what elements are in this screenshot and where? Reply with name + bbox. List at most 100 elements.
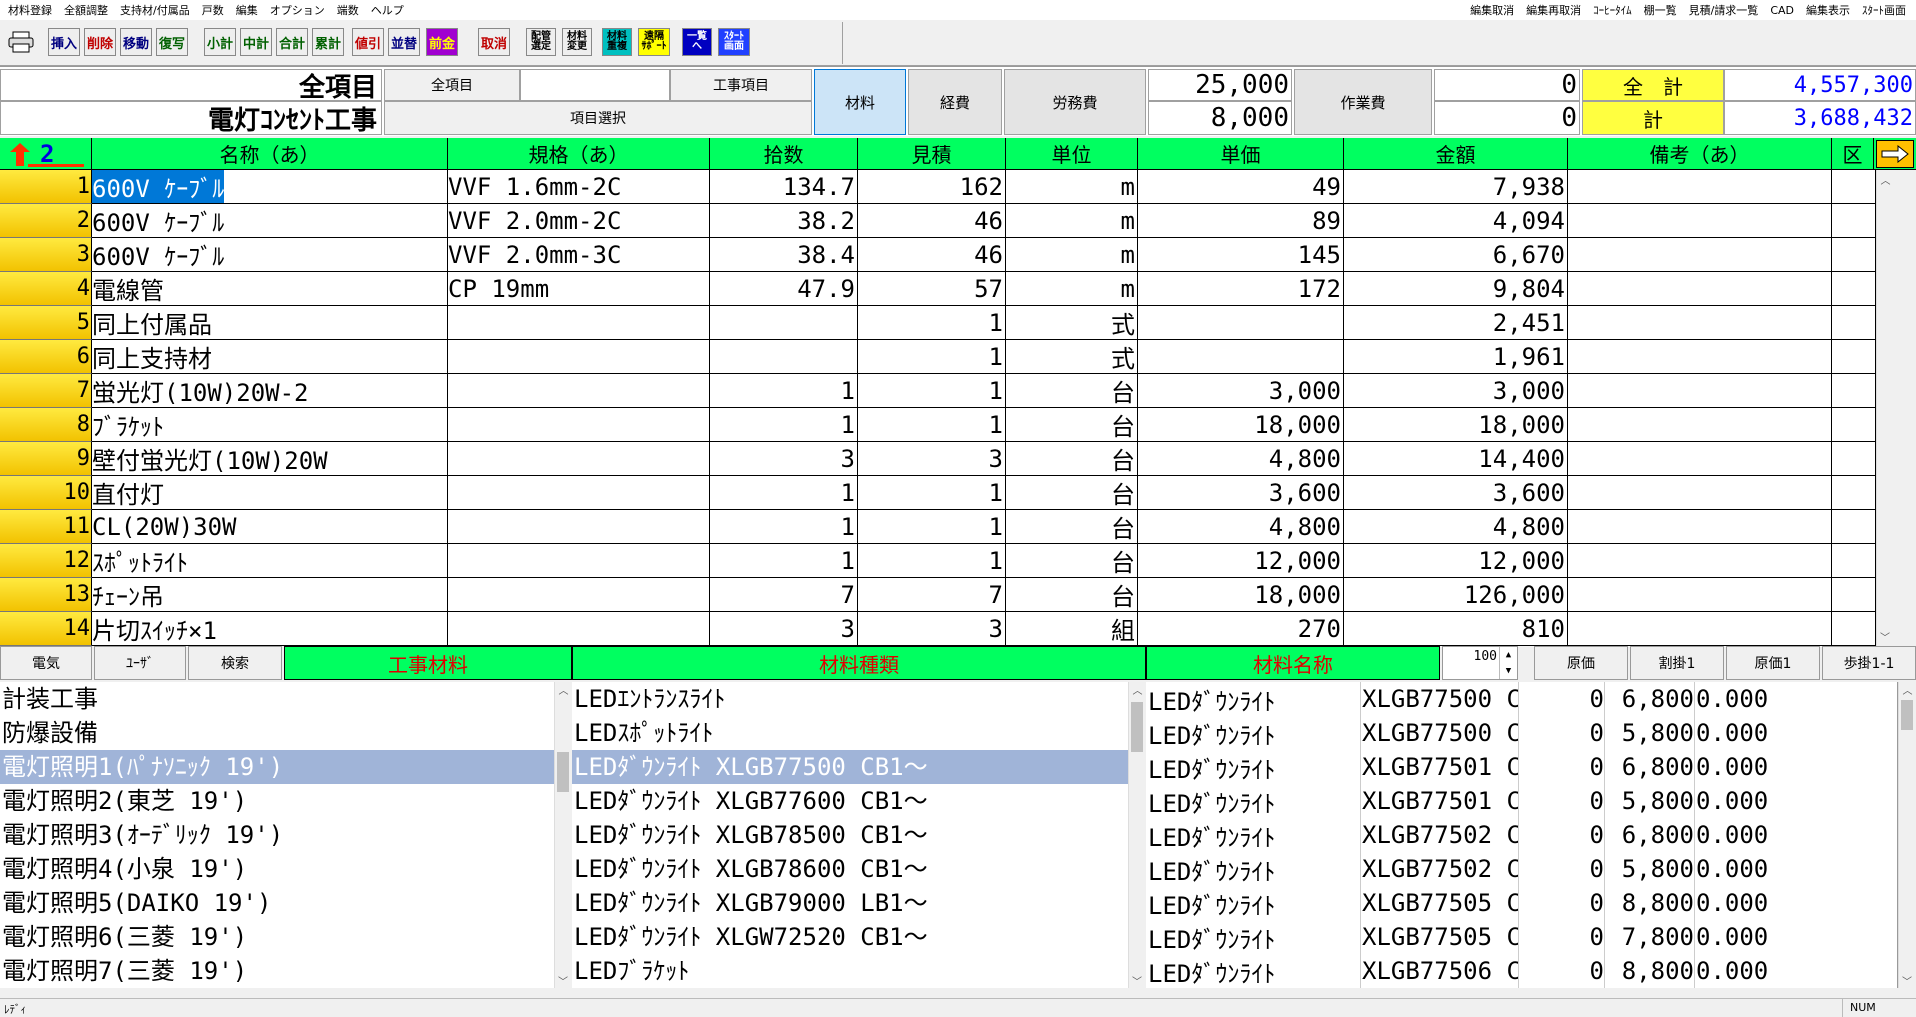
advance-button[interactable]: 前金 — [426, 28, 458, 56]
cell-name[interactable]: 片切ｽｲｯﾁ×1 — [92, 612, 448, 646]
list-item[interactable]: LEDｴﾝﾄﾗﾝｽﾗｲﾄ — [572, 682, 1145, 716]
cell-unit[interactable]: 台 — [1006, 408, 1138, 442]
to-list-button[interactable]: 一覧へ — [682, 28, 712, 56]
cell-category[interactable] — [1832, 306, 1876, 340]
col-header-unit[interactable]: 単位 — [1006, 138, 1138, 170]
list-item[interactable]: 電灯照明1(ﾊﾟﾅｿﾆｯｸ 19') — [0, 750, 571, 784]
cell-category[interactable] — [1832, 544, 1876, 578]
cell-estimate[interactable]: 1 — [858, 408, 1006, 442]
menu-cad[interactable]: CAD — [1764, 2, 1800, 19]
cell-name[interactable]: 600V ｹｰﾌﾞﾙ — [92, 204, 448, 238]
cell-unit[interactable]: 台 — [1006, 544, 1138, 578]
cell-unit[interactable]: 台 — [1006, 374, 1138, 408]
menu-options[interactable]: オプション — [264, 0, 331, 20]
cell-count[interactable]: 3 — [710, 442, 858, 476]
list-item[interactable]: 電灯照明7(三菱 19') — [0, 954, 571, 988]
cell-remarks[interactable] — [1568, 510, 1832, 544]
quantity-stepper[interactable]: 100 ▲ ▼ — [1442, 646, 1518, 680]
cell-estimate[interactable]: 46 — [858, 204, 1006, 238]
cell-spec[interactable] — [448, 408, 710, 442]
col-header-estimate[interactable]: 見積 — [858, 138, 1006, 170]
expense-button[interactable]: 経費 — [908, 69, 1002, 135]
cell-unit[interactable]: m — [1006, 204, 1138, 238]
cell-unit[interactable]: m — [1006, 170, 1138, 204]
row-number[interactable]: 9 — [0, 442, 92, 476]
cancel-button[interactable]: 取消 — [478, 28, 510, 56]
list-item[interactable]: 電灯照明5(DAIKO 19') — [0, 886, 571, 920]
scroll-down-icon[interactable]: ﹀ — [1129, 973, 1145, 988]
cell-amount[interactable]: 3,600 — [1344, 476, 1568, 510]
cell-name[interactable]: 壁付蛍光灯(10W)20W — [92, 442, 448, 476]
cost1-button[interactable]: 原価1 — [1726, 646, 1820, 680]
cell-spec[interactable]: VVF 2.0mm-3C — [448, 238, 710, 272]
cell-unit[interactable]: 組 — [1006, 612, 1138, 646]
cell-price[interactable]: 4,800 — [1138, 442, 1344, 476]
cell-spec[interactable] — [448, 340, 710, 374]
row-number[interactable]: 14 — [0, 612, 92, 646]
cell-amount[interactable]: 126,000 — [1344, 578, 1568, 612]
cell-name[interactable]: 600V ｹｰﾌﾞﾙ — [92, 238, 448, 272]
cell-price[interactable]: 18,000 — [1138, 408, 1344, 442]
cell-amount[interactable]: 810 — [1344, 612, 1568, 646]
scroll-up-icon[interactable]: ︿ — [1899, 682, 1916, 697]
table-row[interactable]: LEDﾀﾞｳﾝﾗｲﾄ XLGB77505 CB1 0 8,8000.000 — [1146, 886, 1897, 920]
cell-name[interactable]: ﾁｪｰﾝ吊 — [92, 578, 448, 612]
cell-remarks[interactable] — [1568, 272, 1832, 306]
total-button[interactable]: 合計 — [276, 28, 308, 56]
cell-category[interactable] — [1832, 340, 1876, 374]
row-number[interactable]: 3 — [0, 238, 92, 272]
list-item[interactable]: LEDﾀﾞｳﾝﾗｲﾄ XLGW72520 CB1～ — [572, 920, 1145, 954]
cumulative-button[interactable]: 累計 — [312, 28, 344, 56]
cell-estimate[interactable]: 1 — [858, 476, 1006, 510]
cell-spec[interactable] — [448, 544, 710, 578]
cell-amount[interactable]: 14,400 — [1344, 442, 1568, 476]
row-number[interactable]: 8 — [0, 408, 92, 442]
cell-count[interactable] — [710, 340, 858, 374]
cell-remarks[interactable] — [1568, 442, 1832, 476]
row-number[interactable]: 4 — [0, 272, 92, 306]
cell-price[interactable]: 49 — [1138, 170, 1344, 204]
col-header-amount[interactable]: 金額 — [1344, 138, 1568, 170]
cost-button[interactable]: 原価 — [1534, 646, 1628, 680]
cell-remarks[interactable] — [1568, 544, 1832, 578]
cell-count[interactable]: 38.4 — [710, 238, 858, 272]
delete-button[interactable]: 削除 — [84, 28, 116, 56]
cell-spec[interactable] — [448, 510, 710, 544]
cell-category[interactable] — [1832, 612, 1876, 646]
copy-button[interactable]: 復写 — [156, 28, 188, 56]
cell-category[interactable] — [1832, 204, 1876, 238]
cell-remarks[interactable] — [1568, 578, 1832, 612]
item-table-scrollbar[interactable]: ︿ ﹀ — [1898, 682, 1916, 988]
table-row[interactable]: 11 CL(20W)30W 1 1 台 4,800 4,800 — [0, 510, 1876, 544]
cell-name[interactable]: 直付灯 — [92, 476, 448, 510]
labor-button[interactable]: 労務費 — [1004, 69, 1146, 135]
cell-unit[interactable]: 台 — [1006, 510, 1138, 544]
list-item[interactable]: LEDﾀﾞｳﾝﾗｲﾄ XLGB78500 CB1～ — [572, 818, 1145, 852]
cell-unit[interactable]: m — [1006, 272, 1138, 306]
cell-price[interactable]: 145 — [1138, 238, 1344, 272]
table-row[interactable]: 6 同上支持材 1 式 1,961 — [0, 340, 1876, 374]
menu-edit[interactable]: 編集 — [230, 0, 264, 20]
cell-remarks[interactable] — [1568, 612, 1832, 646]
cell-name[interactable]: 同上支持材 — [92, 340, 448, 374]
table-row[interactable]: 9 壁付蛍光灯(10W)20W 3 3 台 4,800 14,400 — [0, 442, 1876, 476]
work-cost-button[interactable]: 作業費 — [1294, 69, 1432, 135]
grid-scrollbar[interactable]: ︿ ﹀ — [1876, 170, 1894, 646]
cell-remarks[interactable] — [1568, 204, 1832, 238]
cell-remarks[interactable] — [1568, 476, 1832, 510]
cell-category[interactable] — [1832, 170, 1876, 204]
work-material-list[interactable]: 計装工事 防爆設備 電灯照明1(ﾊﾟﾅｿﾆｯｸ 19') 電灯照明2(東芝 19') 電… — [0, 682, 572, 988]
cell-remarks[interactable] — [1568, 238, 1832, 272]
cell-count[interactable]: 3 — [710, 612, 858, 646]
cell-name[interactable]: 同上付属品 — [92, 306, 448, 340]
table-row[interactable]: LEDﾀﾞｳﾝﾗｲﾄ XLGB77501 CE1 0 5,8000.000 — [1146, 784, 1897, 818]
cell-amount[interactable]: 9,804 — [1344, 272, 1568, 306]
cell-category[interactable] — [1832, 510, 1876, 544]
cell-spec[interactable]: VVF 2.0mm-2C — [448, 204, 710, 238]
cell-estimate[interactable]: 162 — [858, 170, 1006, 204]
cell-price[interactable]: 3,000 — [1138, 374, 1344, 408]
menu-support-materials[interactable]: 支持材/付属品 — [114, 0, 196, 20]
cell-spec[interactable] — [448, 612, 710, 646]
cell-name[interactable]: 蛍光灯(10W)20W-2 — [92, 374, 448, 408]
cell-count[interactable]: 1 — [710, 544, 858, 578]
